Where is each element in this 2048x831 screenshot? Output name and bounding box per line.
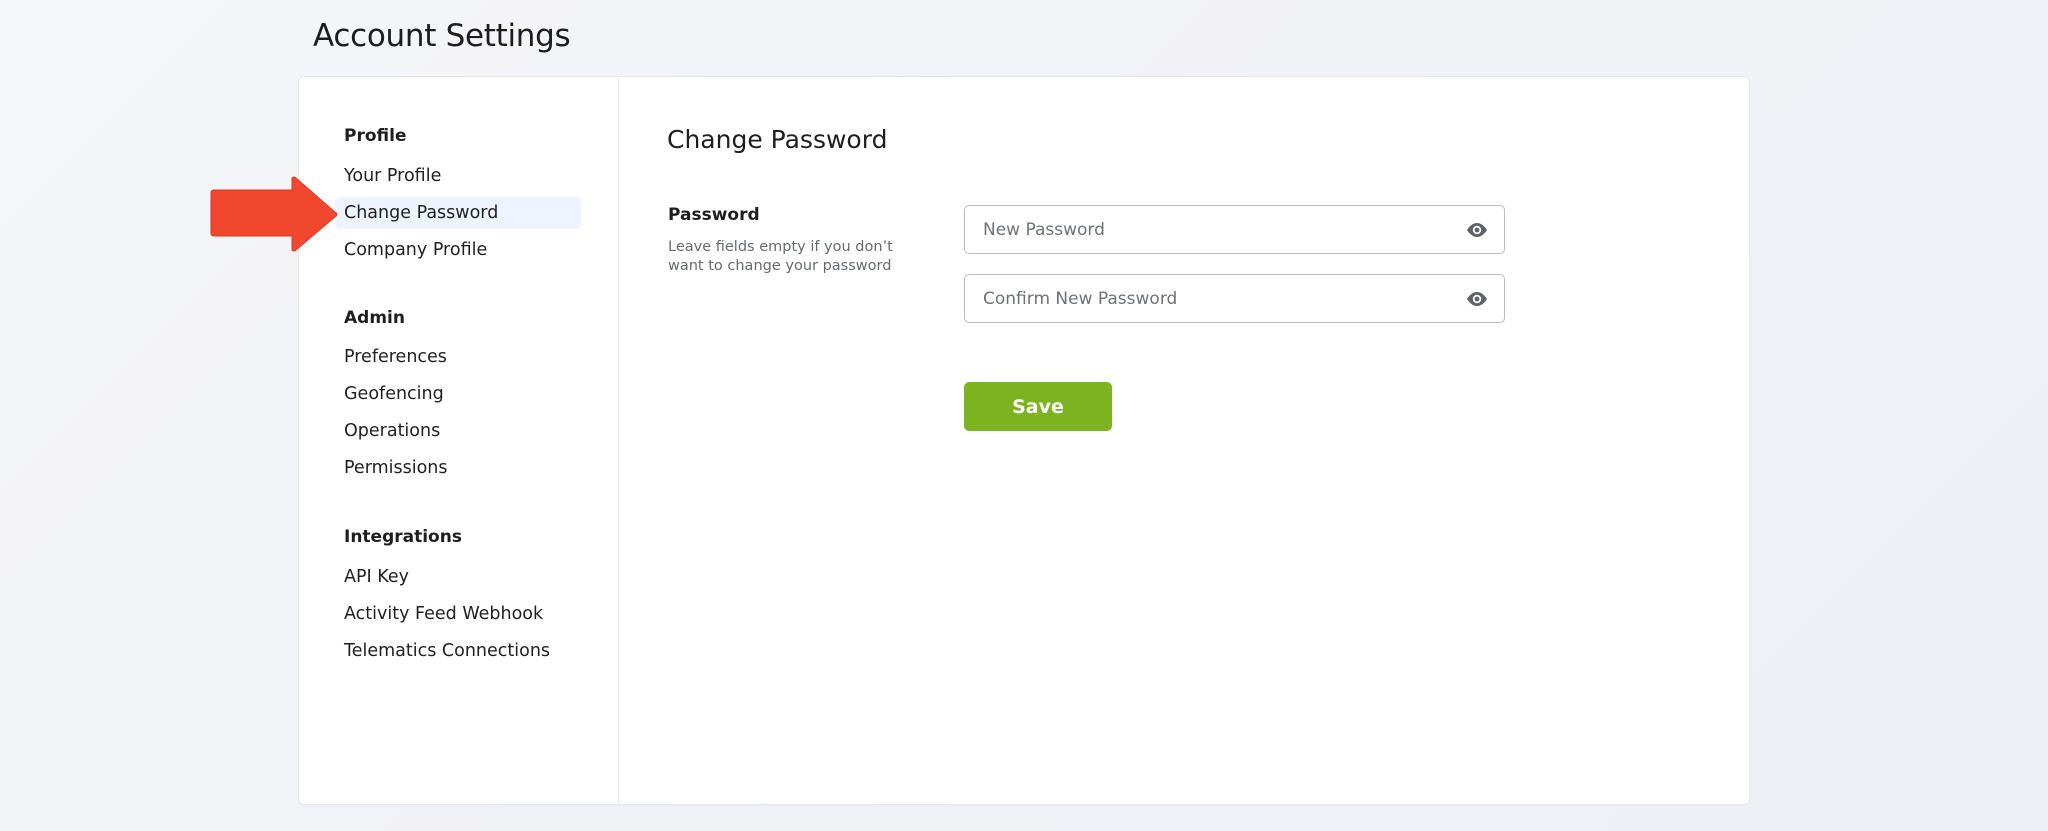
eye-icon[interactable]	[1465, 289, 1489, 309]
sidebar-item-company-profile[interactable]: Company Profile	[335, 234, 581, 266]
settings-sidebar: Profile Your Profile Change Password Com…	[299, 77, 619, 804]
sidebar-item-your-profile[interactable]: Your Profile	[335, 160, 581, 192]
sidebar-item-preferences[interactable]: Preferences	[335, 341, 581, 373]
sidebar-item-operations[interactable]: Operations	[335, 415, 581, 447]
sidebar-item-activity-feed-webhook[interactable]: Activity Feed Webhook	[335, 598, 581, 630]
sidebar-item-change-password[interactable]: Change Password	[335, 197, 581, 229]
sidebar-item-api-key[interactable]: API Key	[335, 561, 581, 593]
password-field-label: Password	[668, 205, 760, 225]
panel-title: Change Password	[667, 125, 888, 154]
password-help-text: Leave fields empty if you don’t want to …	[668, 239, 893, 274]
sidebar-item-telematics-connections[interactable]: Telematics Connections	[335, 635, 581, 667]
page-title: Account Settings	[313, 18, 571, 54]
sidebar-heading-profile: Profile	[344, 126, 407, 146]
eye-icon[interactable]	[1465, 220, 1489, 240]
save-button[interactable]: Save	[964, 382, 1112, 431]
confirm-password-input[interactable]	[965, 275, 1504, 322]
sidebar-item-permissions[interactable]: Permissions	[335, 452, 581, 484]
confirm-password-field	[964, 274, 1505, 323]
sidebar-heading-admin: Admin	[344, 308, 405, 328]
settings-card: Profile Your Profile Change Password Com…	[298, 76, 1750, 805]
sidebar-item-geofencing[interactable]: Geofencing	[335, 378, 581, 410]
new-password-input[interactable]	[965, 206, 1504, 253]
new-password-field	[964, 205, 1505, 254]
sidebar-heading-integrations: Integrations	[344, 527, 462, 547]
